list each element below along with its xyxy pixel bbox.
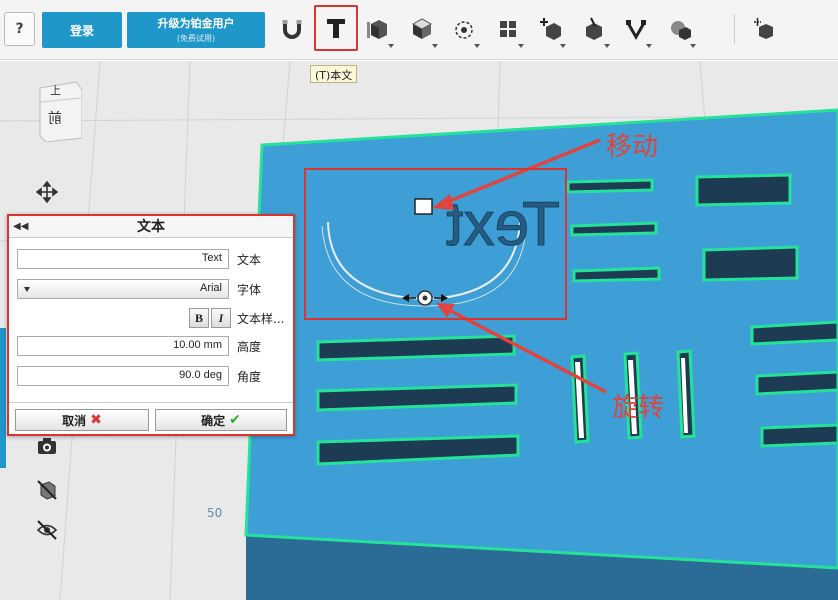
nav-cube-front-label: 前 bbox=[48, 111, 62, 127]
panel-header: ◀◀ 文本 bbox=[9, 216, 293, 238]
camera-icon[interactable] bbox=[33, 432, 61, 460]
upgrade-button[interactable]: 升级为铂金用户 (免费试用) bbox=[127, 12, 265, 48]
text-input[interactable]: Text bbox=[17, 249, 229, 269]
side-panel-tab[interactable] bbox=[0, 328, 6, 468]
text-label: 文本 bbox=[237, 253, 262, 267]
shape-icon[interactable] bbox=[660, 8, 700, 50]
upgrade-title: 升级为铂金用户 bbox=[157, 17, 235, 30]
ok-label: 确定 bbox=[201, 413, 226, 428]
group-icon[interactable] bbox=[488, 8, 528, 50]
font-select-value: Arial bbox=[199, 282, 222, 294]
italic-button[interactable]: I bbox=[211, 308, 231, 328]
panel-title: 文本 bbox=[137, 219, 165, 235]
annotation-rotate: 旋转 bbox=[612, 393, 665, 423]
panel-footer: 取消 ✖ 确定 ✔ bbox=[9, 402, 293, 434]
box-icon[interactable] bbox=[402, 8, 442, 50]
app-window: 50 Text 移动 旋转 上 前 ? 登录 升级为铂金用户 (免费试用) (T… bbox=[0, 0, 838, 600]
login-button[interactable]: 登录 bbox=[42, 12, 122, 48]
font-label: 字体 bbox=[237, 283, 262, 297]
toolbar-divider bbox=[734, 14, 735, 44]
text-tool-tooltip: (T)本文 bbox=[310, 65, 358, 83]
height-input[interactable]: 10.00 mm bbox=[17, 336, 229, 356]
sphere-snap-icon[interactable] bbox=[444, 8, 484, 50]
add-component-icon[interactable] bbox=[744, 8, 784, 50]
magnet-icon[interactable] bbox=[272, 8, 312, 50]
top-toolbar: ? 登录 升级为铂金用户 (免费试用) bbox=[0, 0, 838, 60]
pan-icon[interactable] bbox=[33, 178, 61, 206]
angle-label: 角度 bbox=[237, 370, 262, 384]
checkmark-icon: ✔ bbox=[229, 412, 241, 428]
bold-button[interactable]: B bbox=[189, 308, 209, 328]
nav-cube-top-label: 上 bbox=[50, 84, 61, 97]
upgrade-subtitle: (免费试用) bbox=[176, 34, 216, 43]
annotation-move: 移动 bbox=[606, 132, 659, 162]
grid-number-label: 50 bbox=[207, 506, 222, 520]
text-tool-icon[interactable] bbox=[314, 5, 358, 51]
cancel-button[interactable]: 取消 ✖ bbox=[15, 409, 149, 431]
height-label: 高度 bbox=[237, 340, 262, 354]
cancel-label: 取消 bbox=[62, 413, 87, 428]
help-button[interactable]: ? bbox=[4, 12, 35, 46]
close-icon: ✖ bbox=[90, 412, 102, 428]
font-select[interactable]: Arial bbox=[17, 279, 229, 299]
navigation-cube[interactable]: 上 前 bbox=[36, 80, 83, 143]
angle-input[interactable]: 90.0 deg bbox=[17, 366, 229, 386]
chevron-down-icon bbox=[24, 287, 30, 292]
cube-solid-icon[interactable] bbox=[574, 8, 614, 50]
selection-highlight-box bbox=[304, 168, 567, 320]
ruler-box-icon[interactable] bbox=[358, 8, 398, 50]
text-style-label: 文本样... bbox=[237, 312, 285, 326]
hide-object-icon[interactable] bbox=[33, 476, 61, 504]
show-all-icon[interactable] bbox=[33, 516, 61, 544]
pen-vector-icon[interactable] bbox=[616, 8, 656, 50]
ok-button[interactable]: 确定 ✔ bbox=[155, 409, 287, 431]
text-properties-panel: ◀◀ 文本 Text 文本 Arial 字体 B I 文本样... 10.00 … bbox=[7, 214, 295, 436]
add-point-icon[interactable] bbox=[530, 8, 570, 50]
collapse-icon[interactable]: ◀◀ bbox=[13, 216, 28, 238]
